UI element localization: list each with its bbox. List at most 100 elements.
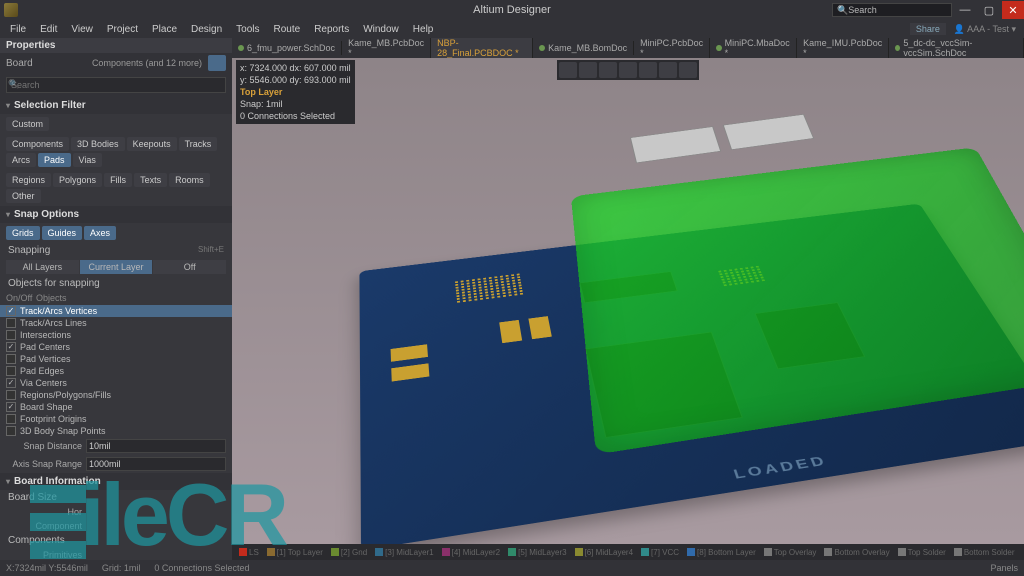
tool-7[interactable] — [679, 62, 697, 78]
tool-2[interactable] — [579, 62, 597, 78]
layer-item[interactable]: Bottom Solder — [951, 548, 1018, 557]
filter-fills[interactable]: Fills — [104, 173, 132, 187]
checkbox-icon[interactable] — [6, 390, 16, 400]
filter-3d-bodies[interactable]: 3D Bodies — [71, 137, 125, 151]
section-selection-filter[interactable]: Selection Filter — [0, 97, 232, 114]
layer-item[interactable]: [2] Gnd — [328, 548, 370, 557]
pcb-3d-canvas[interactable]: LOADED — [232, 58, 1024, 544]
snap-object-row[interactable]: Intersections — [0, 329, 232, 341]
layer-item[interactable]: [1] Top Layer — [264, 548, 326, 557]
snap-axes[interactable]: Axes — [84, 226, 116, 240]
snap-guides[interactable]: Guides — [42, 226, 83, 240]
menu-tools[interactable]: Tools — [230, 23, 265, 36]
filter-polygons[interactable]: Polygons — [53, 173, 102, 187]
filter-components[interactable]: Components — [6, 137, 69, 151]
snap-current-layer[interactable]: Current Layer — [80, 260, 153, 274]
menu-window[interactable]: Window — [357, 23, 405, 36]
checkbox-icon[interactable] — [6, 378, 16, 388]
tool-4[interactable] — [619, 62, 637, 78]
snap-object-row[interactable]: Pad Edges — [0, 365, 232, 377]
snap-object-row[interactable]: Board Shape — [0, 401, 232, 413]
layer-item[interactable]: LS — [236, 548, 262, 557]
menu-edit[interactable]: Edit — [34, 23, 63, 36]
snap-object-row[interactable]: Track/Arcs Lines — [0, 317, 232, 329]
tool-6[interactable] — [659, 62, 677, 78]
maximize-button[interactable]: ▢ — [978, 1, 1000, 19]
snap-distance-input[interactable] — [86, 439, 226, 453]
menu-file[interactable]: File — [4, 23, 32, 36]
snap-object-row[interactable]: Via Centers — [0, 377, 232, 389]
share-button[interactable]: Share — [910, 23, 946, 35]
checkbox-icon[interactable] — [6, 342, 16, 352]
filter-tracks[interactable]: Tracks — [179, 137, 218, 151]
global-search[interactable]: 🔍 Search — [832, 3, 952, 17]
layer-swatch-icon — [575, 548, 583, 556]
checkbox-icon[interactable] — [6, 306, 16, 316]
close-button[interactable]: ✕ — [1002, 1, 1024, 19]
panels-button[interactable]: Panels — [990, 563, 1018, 573]
layer-item[interactable]: [5] MidLayer3 — [505, 548, 569, 557]
snap-object-row[interactable]: 3D Body Snap Points — [0, 425, 232, 437]
layer-item[interactable]: [7] VCC — [638, 548, 682, 557]
snap-object-row[interactable]: Footprint Origins — [0, 413, 232, 425]
filter-other[interactable]: Other — [6, 189, 41, 203]
menu-route[interactable]: Route — [268, 23, 307, 36]
tool-3[interactable] — [599, 62, 617, 78]
checkbox-icon[interactable] — [6, 330, 16, 340]
document-tab[interactable]: Kame_MB.PcbDoc * — [342, 38, 431, 58]
menu-project[interactable]: Project — [101, 23, 144, 36]
layer-item[interactable]: [4] MidLayer2 — [439, 548, 503, 557]
user-label[interactable]: 👤 AAA - Test ▾ — [950, 24, 1020, 35]
snap-object-row[interactable]: Regions/Polygons/Fills — [0, 389, 232, 401]
menu-view[interactable]: View — [65, 23, 99, 36]
snap-object-row[interactable]: Pad Vertices — [0, 353, 232, 365]
tool-1[interactable] — [559, 62, 577, 78]
layer-item[interactable]: Top Solder — [895, 548, 949, 557]
checkbox-icon[interactable] — [6, 354, 16, 364]
section-snap-options[interactable]: Snap Options — [0, 206, 232, 223]
filter-regions[interactable]: Regions — [6, 173, 51, 187]
layer-item[interactable]: [3] MidLayer1 — [372, 548, 436, 557]
checkbox-icon[interactable] — [6, 426, 16, 436]
filter-icon[interactable] — [208, 55, 226, 71]
snap-grids[interactable]: Grids — [6, 226, 40, 240]
checkbox-icon[interactable] — [6, 318, 16, 328]
filter-texts[interactable]: Texts — [134, 173, 167, 187]
checkbox-icon[interactable] — [6, 402, 16, 412]
filter-rooms[interactable]: Rooms — [169, 173, 210, 187]
checkbox-icon[interactable] — [6, 414, 16, 424]
filter-arcs[interactable]: Arcs — [6, 153, 36, 167]
snap-all-layers[interactable]: All Layers — [6, 260, 79, 274]
minimize-button[interactable]: — — [954, 1, 976, 19]
tool-5[interactable] — [639, 62, 657, 78]
layer-item[interactable]: [6] MidLayer4 — [572, 548, 636, 557]
menu-help[interactable]: Help — [407, 23, 440, 36]
filter-vias[interactable]: Vias — [73, 153, 102, 167]
layer-item[interactable]: Bottom Overlay — [821, 548, 892, 557]
checkbox-icon[interactable] — [6, 366, 16, 376]
connections-readout: 0 Connections Selected — [240, 110, 351, 122]
filter-keepouts[interactable]: Keepouts — [127, 137, 177, 151]
panel-search-input[interactable] — [6, 77, 226, 93]
document-tab[interactable]: Kame_MB.BomDoc — [533, 41, 634, 55]
snap-off[interactable]: Off — [153, 260, 226, 274]
doc-tab-label: Kame_MB.PcbDoc * — [348, 38, 424, 58]
document-tab[interactable]: Kame_IMU.PcbDoc * — [797, 38, 889, 58]
document-tab[interactable]: MiniPC.PcbDoc * — [634, 38, 710, 58]
document-tab[interactable]: NBP-28_Final.PCBDOC * — [431, 38, 533, 58]
filter-custom[interactable]: Custom — [6, 117, 49, 131]
filter-pads[interactable]: Pads — [38, 153, 71, 167]
menu-reports[interactable]: Reports — [308, 23, 355, 36]
axis-range-input[interactable] — [86, 457, 226, 471]
status-grid: Grid: 1mil — [102, 563, 141, 573]
document-tab[interactable]: 6_fmu_power.SchDoc — [232, 41, 342, 55]
menu-place[interactable]: Place — [146, 23, 183, 36]
document-tab[interactable]: MiniPC.MbaDoc * — [710, 38, 797, 58]
section-board-info[interactable]: Board Information — [0, 473, 232, 490]
menu-design[interactable]: Design — [185, 23, 228, 36]
layer-item[interactable]: [8] Bottom Layer — [684, 548, 759, 557]
layer-item[interactable]: Top Overlay — [761, 548, 820, 557]
snap-object-row[interactable]: Track/Arcs Vertices — [0, 305, 232, 317]
snap-object-row[interactable]: Pad Centers — [0, 341, 232, 353]
document-tab[interactable]: 5_dc-dc_vccSim-vccSim.SchDoc — [889, 38, 1024, 58]
